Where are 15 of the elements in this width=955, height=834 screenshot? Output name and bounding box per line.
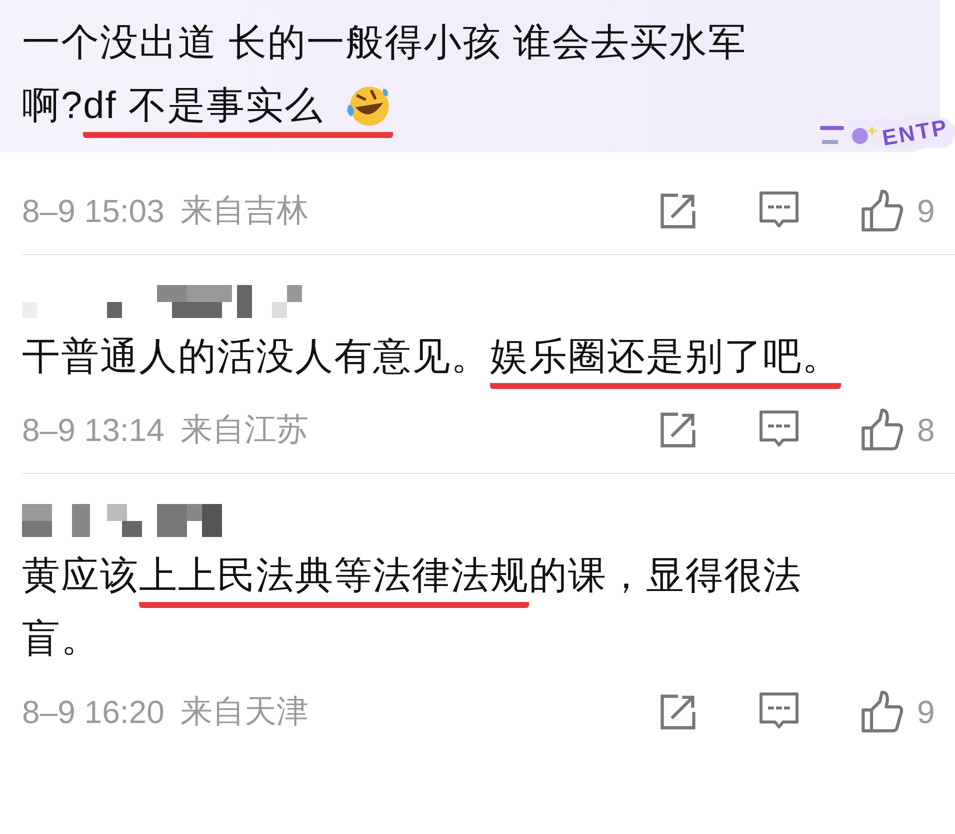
comment-text: 干普通人的活没人有意见。娱乐圈还是别了吧。 xyxy=(22,326,933,389)
comment-time: 8–9 16:20 xyxy=(22,694,164,730)
like-count: 9 xyxy=(917,694,936,730)
comment-location: 来自江苏 xyxy=(180,410,308,449)
comment-location: 来自吉林 xyxy=(180,191,308,230)
badge-label: ENTP xyxy=(880,114,951,152)
like-count: 9 xyxy=(917,192,936,230)
thumbs-up-icon[interactable] xyxy=(859,188,905,234)
comment-time: 8–9 13:14 xyxy=(22,412,164,448)
comment-location: 来自天津 xyxy=(180,692,308,731)
thumbs-up-icon[interactable] xyxy=(859,689,905,735)
thumbs-up-icon[interactable] xyxy=(859,407,905,453)
comment-text: 黄应该上上民法典等法律法规的课，显得很法 盲。 xyxy=(22,553,803,662)
like-count: 8 xyxy=(917,412,936,448)
comment-time: 8–9 15:03 xyxy=(22,192,164,230)
